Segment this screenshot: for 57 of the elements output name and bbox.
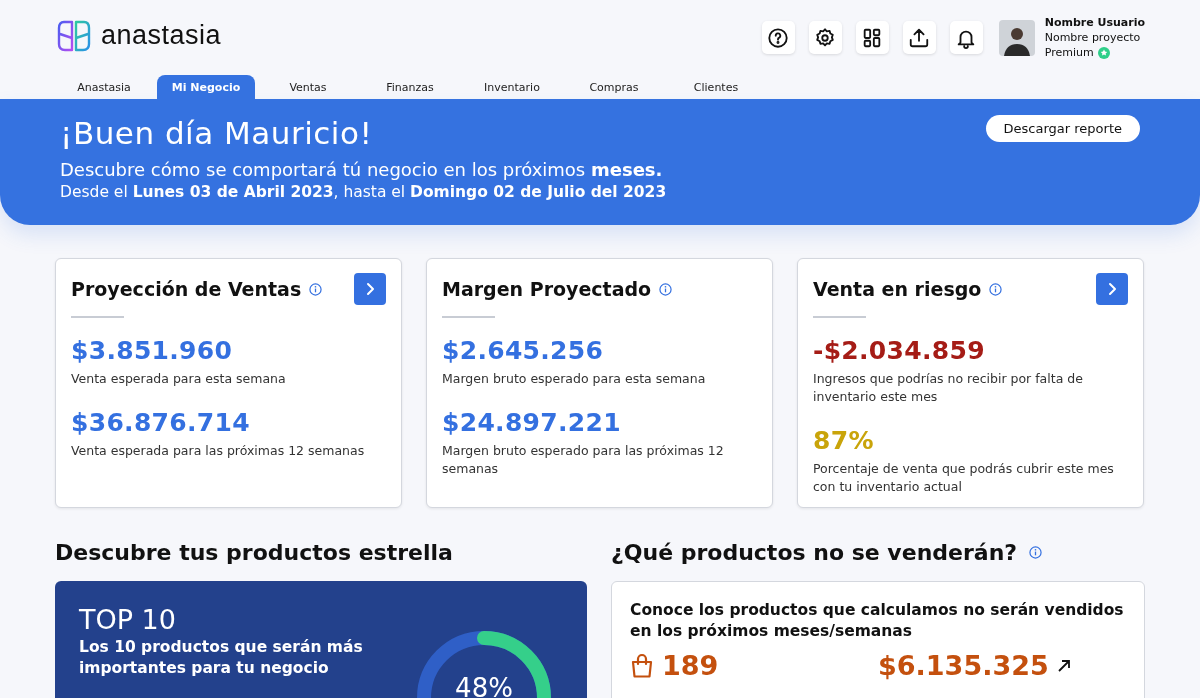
card-title: Proyección de Ventas	[71, 278, 302, 300]
metric-value: -$2.034.859	[813, 335, 986, 367]
info-icon[interactable]	[1029, 546, 1043, 559]
metric-value: 87%	[813, 425, 875, 457]
metric-value: $2.645.256	[442, 335, 605, 367]
metric-value: $36.876.714	[71, 407, 251, 439]
metric-value: $24.897.221	[442, 407, 622, 439]
brand-name: anastasia	[101, 20, 222, 51]
nav-tab[interactable]: Compras	[565, 75, 663, 99]
nav-tab[interactable]: Inventario	[463, 75, 561, 99]
help-button[interactable]	[761, 21, 795, 54]
date-range: Desde el Lunes 03 de Abril 2023, hasta el Domingo 02 de Julio del 2023	[60, 183, 667, 201]
unsold-amount: $6.135.325	[878, 650, 1049, 681]
avatar[interactable]	[998, 19, 1035, 56]
nav-tab[interactable]: Clientes	[667, 75, 765, 99]
nav-tab[interactable]: Anastasia	[55, 75, 153, 99]
product-count: 189	[662, 650, 719, 681]
percent-label: 48%	[454, 673, 514, 698]
settings-icon	[814, 26, 837, 49]
metric-caption: Venta esperada para esta semana	[71, 370, 287, 388]
card-title: Margen Proyectado	[442, 278, 652, 300]
metric-caption: Ingresos que podrías no recibir por falta de inventario este mes	[813, 370, 1084, 406]
card-title: TOP 10	[79, 603, 177, 637]
card-description: Conoce los productos que calculamos no serán vendidos en los próximos meses/semanas	[630, 600, 1125, 642]
greeting: ¡Buen día Mauricio!	[60, 115, 374, 151]
info-icon[interactable]	[989, 282, 1003, 296]
card-title: Venta en riesgo	[813, 278, 982, 300]
settings-button[interactable]	[808, 21, 842, 54]
card-description: Los 10 productos que serán más importantes para tu negocio	[79, 637, 364, 679]
info-icon[interactable]	[659, 282, 673, 296]
nav-tab[interactable]: Ventas	[259, 75, 357, 99]
metric-caption: Margen bruto esperado para las próximas 12 semanas	[442, 442, 725, 478]
plan-label: Premium	[1044, 45, 1094, 60]
logo-icon	[57, 19, 91, 52]
nav-tab[interactable]: Finanzas	[361, 75, 459, 99]
metric-caption: Venta esperada para las próximas 12 semanas	[71, 442, 366, 460]
star-badge-icon	[1097, 46, 1110, 59]
dashboard-button[interactable]	[855, 21, 889, 54]
metric-caption: Margen bruto esperado para esta semana	[442, 370, 707, 388]
metric-caption: Porcentaje de venta que podrás cubrir este mes con tu inventario actual	[813, 460, 1115, 496]
section-heading: Descubre tus productos estrella	[55, 540, 454, 565]
notifications-button[interactable]	[949, 21, 983, 54]
upload-button[interactable]	[902, 21, 936, 54]
help-icon	[767, 26, 790, 49]
arrow-up-right-icon[interactable]	[1056, 658, 1071, 673]
next-button[interactable]	[354, 273, 386, 305]
banner-subtitle: Descubre cómo se comportará tú negocio en los próximos meses.	[60, 159, 664, 180]
shopping-bag-icon	[630, 652, 654, 679]
download-report-button[interactable]: Descargar reporte	[985, 115, 1140, 142]
project-name: Nombre proyecto	[1044, 30, 1142, 45]
section-heading: ¿Qué productos no se venderán?	[611, 540, 1018, 565]
metric-value: $3.851.960	[71, 335, 234, 367]
user-name: Nombre Usuario	[1044, 15, 1145, 30]
info-icon[interactable]	[309, 282, 323, 296]
next-button[interactable]	[1096, 273, 1128, 305]
nav-tab[interactable]: Mi Negocio	[157, 75, 255, 99]
upload-icon	[908, 26, 931, 49]
